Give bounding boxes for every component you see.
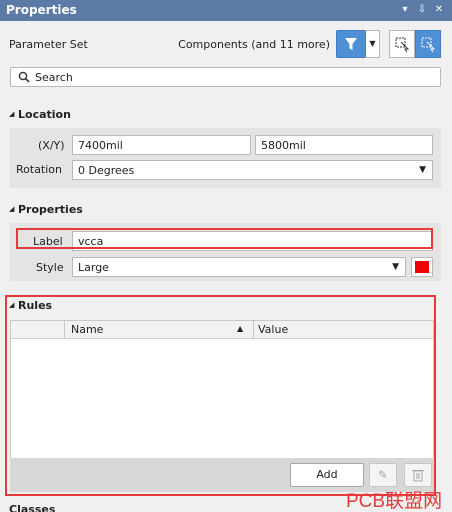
y-value: 5800mil [261,139,306,152]
color-swatch-fill [415,261,429,273]
components-filter-label[interactable]: Components (and 11 more) [178,38,330,51]
color-swatch[interactable] [411,257,433,277]
select-mask-button[interactable] [389,30,415,58]
search-placeholder: Search [35,71,73,84]
edit-rule-button[interactable]: ✎ [369,463,397,487]
panel-titlebar: Properties ▾ ⇩ ✕ [0,0,452,21]
selection-pointer-icon [421,37,436,53]
chevron-down-icon: ▼ [419,165,426,175]
column-divider[interactable] [64,321,65,339]
classes-section-header[interactable]: Classes [9,503,55,512]
filter-button[interactable] [336,30,366,58]
select-pointer-button[interactable] [415,30,441,58]
chevron-down-icon: ▼ [369,39,376,48]
delete-rule-button[interactable] [404,463,432,487]
chevron-down-icon: ▼ [392,262,399,272]
parameter-set-label: Parameter Set [9,38,88,51]
filter-dropdown-button[interactable]: ▼ [366,30,380,58]
style-select[interactable]: Large ▼ [72,257,406,277]
x-field[interactable]: 7400mil [72,135,251,155]
rules-table-header: Name ▲ Value [11,321,433,339]
name-column-header[interactable]: Name [71,323,103,336]
rotation-select[interactable]: 0 Degrees ▼ [72,160,433,180]
sort-ascending-icon: ▲ [237,324,244,333]
value-column-header[interactable]: Value [258,323,288,336]
y-field[interactable]: 5800mil [255,135,433,155]
label-highlight [16,228,433,249]
collapse-triangle-icon: ◢ [9,110,15,118]
style-value: Large [78,261,109,274]
column-divider[interactable] [253,321,254,339]
close-icon[interactable]: ✕ [432,2,446,18]
pencil-icon: ✎ [377,468,389,482]
panel-title: Properties [6,3,77,17]
watermark-text: PCB联盟网 [346,491,443,512]
dropdown-icon[interactable]: ▾ [398,2,412,18]
xy-label: (X/Y) [38,139,65,152]
properties-heading: Properties [18,203,83,216]
collapse-triangle-icon: ◢ [9,205,15,213]
x-value: 7400mil [78,139,123,152]
rotation-value: 0 Degrees [78,164,135,177]
rotation-label: Rotation [16,163,63,176]
add-rule-button[interactable]: Add [290,463,364,487]
rules-heading: Rules [18,299,53,312]
location-heading: Location [18,108,71,121]
trash-icon [412,470,424,482]
parameter-set-row: Parameter Set Components (and 11 more) ▼ [0,21,452,69]
collapse-triangle-icon: ◢ [9,301,15,309]
rules-table: Name ▲ Value [10,320,434,460]
filter-icon [345,38,357,50]
search-input[interactable]: Search [10,67,441,87]
style-label: Style [36,261,64,274]
search-icon [18,71,30,83]
pin-icon[interactable]: ⇩ [415,2,429,18]
selection-filter-icon [395,37,410,53]
